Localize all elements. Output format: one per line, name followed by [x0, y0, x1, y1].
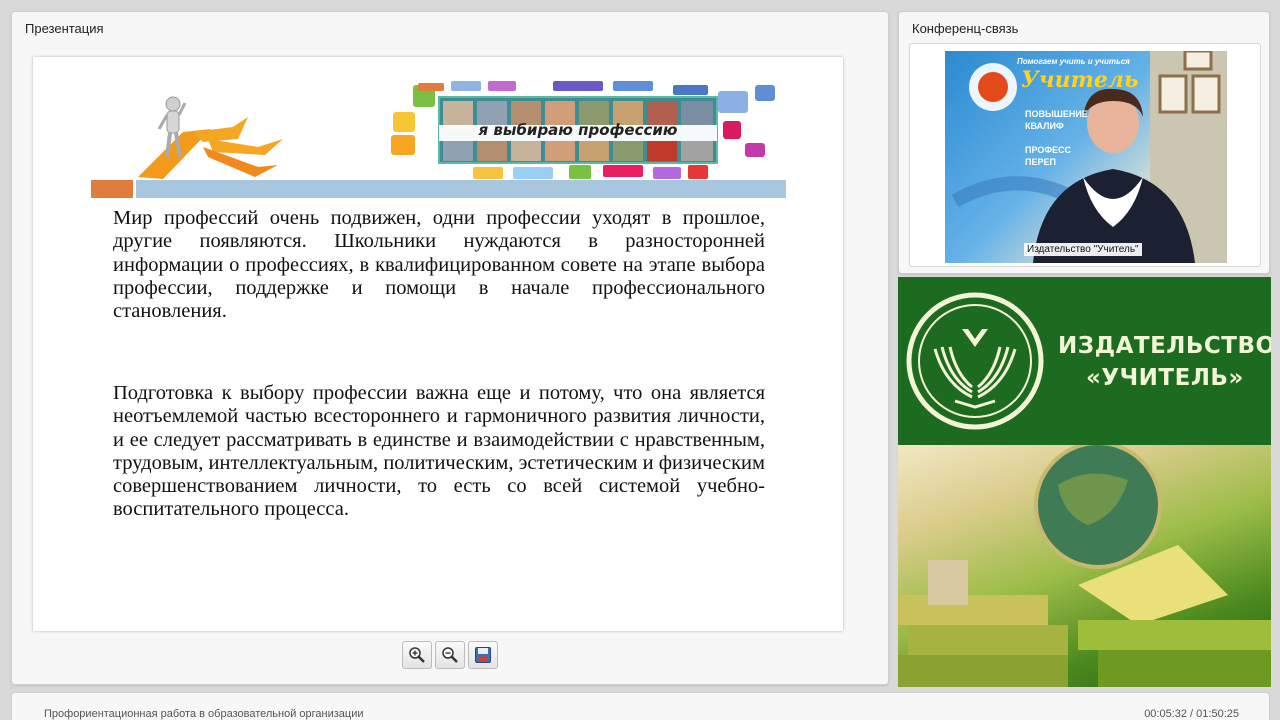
- video-container: Помогаем учить и учиться Учитель ПОВЫШЕН…: [909, 43, 1261, 267]
- globe-and-books-graphic: [898, 445, 1271, 687]
- footer-bar: Профориентационная работа в образователь…: [11, 692, 1270, 720]
- zoom-in-icon: [409, 647, 425, 663]
- save-button[interactable]: [468, 641, 498, 669]
- brand-panel: ИЗДАТЕЛЬСТВО «УЧИТЕЛЬ»: [898, 277, 1271, 687]
- conference-panel-title: Конференц-связь: [912, 21, 1019, 36]
- poster-title: Учитель: [1021, 67, 1139, 93]
- slide-bar-blue: [136, 180, 786, 198]
- lesson-title: Профориентационная работа в образователь…: [44, 708, 364, 720]
- poster-tagline: Помогаем учить и учиться: [1017, 57, 1130, 66]
- poster-line-1: ПОВЫШЕНИЕ: [1025, 109, 1088, 119]
- publisher-logo-icon: [906, 292, 1044, 430]
- brand-name-line-2: «УЧИТЕЛЬ»: [1086, 365, 1244, 391]
- presentation-slide: я выбираю профессию Мир профессий очень …: [33, 57, 843, 631]
- playback-time: 00:05:32 / 01:50:25: [1144, 708, 1239, 720]
- slide-paragraph-2: Подготовка к выбору профессии важна еще …: [113, 382, 765, 521]
- poster-line-3: ПРОФЕСС: [1025, 145, 1072, 155]
- floppy-disk-icon: [475, 647, 491, 663]
- brand-name-line-1: ИЗДАТЕЛЬСТВО: [1058, 333, 1271, 359]
- presentation-panel-title: Презентация: [25, 21, 104, 36]
- brand-books-image: [898, 445, 1271, 687]
- banner-caption: я выбираю профессию: [478, 121, 678, 139]
- presentation-panel: Презентация я выбираю профессию Мир проф…: [11, 11, 889, 685]
- zoom-in-button[interactable]: [402, 641, 432, 669]
- zoom-out-button[interactable]: [435, 641, 465, 669]
- slide-paragraph-1: Мир профессий очень подвижен, одни профе…: [113, 207, 765, 323]
- video-speaker-label: Издательство "Учитель": [1024, 243, 1142, 256]
- poster-line-4: ПЕРЕП: [1025, 157, 1056, 167]
- conference-panel: Конференц-связь Помогаем учить и учиться…: [898, 11, 1270, 274]
- video-feed[interactable]: Помогаем учить и учиться Учитель ПОВЫШЕН…: [945, 51, 1227, 263]
- zoom-out-icon: [442, 647, 458, 663]
- slide-bar-orange: [91, 180, 133, 198]
- brand-banner: ИЗДАТЕЛЬСТВО «УЧИТЕЛЬ»: [898, 277, 1271, 445]
- poster-line-2: КВАЛИФ: [1025, 121, 1064, 131]
- slide-toolbar: [402, 641, 498, 669]
